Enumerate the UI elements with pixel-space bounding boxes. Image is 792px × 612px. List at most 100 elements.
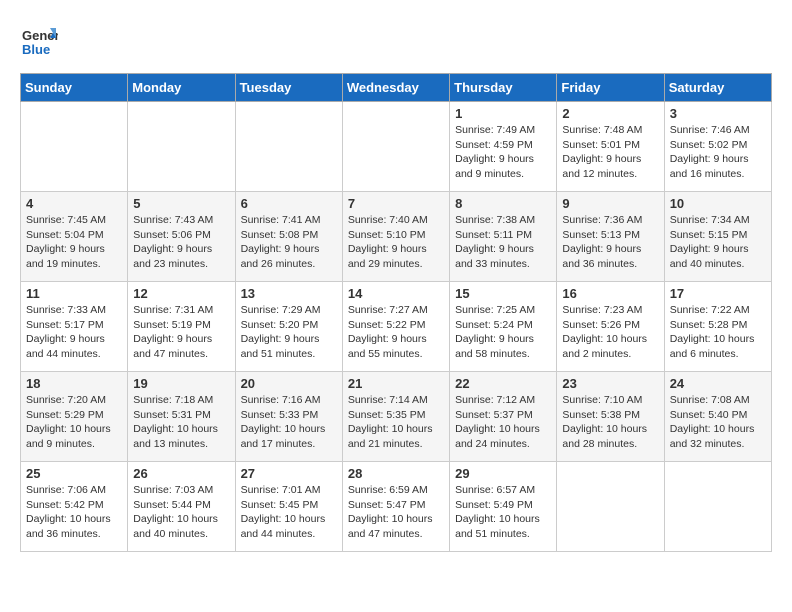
day-number: 10 xyxy=(670,196,766,211)
day-info: Sunrise: 7:16 AM Sunset: 5:33 PM Dayligh… xyxy=(241,393,337,452)
day-cell: 8 Sunrise: 7:38 AM Sunset: 5:11 PM Daylig… xyxy=(450,192,557,282)
calendar-table: SundayMondayTuesdayWednesdayThursdayFrid… xyxy=(20,73,772,552)
day-number: 3 xyxy=(670,106,766,121)
day-cell: 14 Sunrise: 7:27 AM Sunset: 5:22 PM Dayli… xyxy=(342,282,449,372)
day-cell: 22 Sunrise: 7:12 AM Sunset: 5:37 PM Dayli… xyxy=(450,372,557,462)
week-row-5: 25 Sunrise: 7:06 AM Sunset: 5:42 PM Dayli… xyxy=(21,462,772,552)
day-number: 7 xyxy=(348,196,444,211)
day-cell: 25 Sunrise: 7:06 AM Sunset: 5:42 PM Dayli… xyxy=(21,462,128,552)
day-info: Sunrise: 7:14 AM Sunset: 5:35 PM Dayligh… xyxy=(348,393,444,452)
day-number: 14 xyxy=(348,286,444,301)
day-cell: 5 Sunrise: 7:43 AM Sunset: 5:06 PM Daylig… xyxy=(128,192,235,282)
day-cell xyxy=(557,462,664,552)
day-cell xyxy=(664,462,771,552)
day-cell: 6 Sunrise: 7:41 AM Sunset: 5:08 PM Daylig… xyxy=(235,192,342,282)
day-info: Sunrise: 7:48 AM Sunset: 5:01 PM Dayligh… xyxy=(562,123,658,182)
day-number: 22 xyxy=(455,376,551,391)
day-number: 1 xyxy=(455,106,551,121)
day-number: 24 xyxy=(670,376,766,391)
day-info: Sunrise: 7:45 AM Sunset: 5:04 PM Dayligh… xyxy=(26,213,122,272)
day-cell: 17 Sunrise: 7:22 AM Sunset: 5:28 PM Dayli… xyxy=(664,282,771,372)
day-number: 6 xyxy=(241,196,337,211)
day-cell: 15 Sunrise: 7:25 AM Sunset: 5:24 PM Dayli… xyxy=(450,282,557,372)
day-cell: 4 Sunrise: 7:45 AM Sunset: 5:04 PM Daylig… xyxy=(21,192,128,282)
week-row-1: 1 Sunrise: 7:49 AM Sunset: 4:59 PM Daylig… xyxy=(21,102,772,192)
day-number: 15 xyxy=(455,286,551,301)
day-info: Sunrise: 7:34 AM Sunset: 5:15 PM Dayligh… xyxy=(670,213,766,272)
day-info: Sunrise: 7:33 AM Sunset: 5:17 PM Dayligh… xyxy=(26,303,122,362)
day-info: Sunrise: 7:38 AM Sunset: 5:11 PM Dayligh… xyxy=(455,213,551,272)
day-cell xyxy=(21,102,128,192)
day-cell: 3Sunrise: 7:46 AM Sunset: 5:02 PM Daylig… xyxy=(664,102,771,192)
day-number: 19 xyxy=(133,376,229,391)
day-cell: 10 Sunrise: 7:34 AM Sunset: 5:15 PM Dayli… xyxy=(664,192,771,282)
day-number: 29 xyxy=(455,466,551,481)
col-header-monday: Monday xyxy=(128,74,235,102)
week-row-3: 11 Sunrise: 7:33 AM Sunset: 5:17 PM Dayli… xyxy=(21,282,772,372)
day-number: 2 xyxy=(562,106,658,121)
day-cell: 27 Sunrise: 7:01 AM Sunset: 5:45 PM Dayli… xyxy=(235,462,342,552)
day-info: Sunrise: 7:20 AM Sunset: 5:29 PM Dayligh… xyxy=(26,393,122,452)
day-number: 8 xyxy=(455,196,551,211)
day-number: 25 xyxy=(26,466,122,481)
day-cell: 2 Sunrise: 7:48 AM Sunset: 5:01 PM Daylig… xyxy=(557,102,664,192)
day-info: Sunrise: 7:08 AM Sunset: 5:40 PM Dayligh… xyxy=(670,393,766,452)
day-info: Sunrise: 7:40 AM Sunset: 5:10 PM Dayligh… xyxy=(348,213,444,272)
col-header-wednesday: Wednesday xyxy=(342,74,449,102)
day-number: 5 xyxy=(133,196,229,211)
day-number: 13 xyxy=(241,286,337,301)
day-number: 20 xyxy=(241,376,337,391)
day-info: Sunrise: 7:49 AM Sunset: 4:59 PM Dayligh… xyxy=(455,123,551,182)
day-info: Sunrise: 7:18 AM Sunset: 5:31 PM Dayligh… xyxy=(133,393,229,452)
day-cell xyxy=(128,102,235,192)
day-info: Sunrise: 7:03 AM Sunset: 5:44 PM Dayligh… xyxy=(133,483,229,542)
day-info: Sunrise: 7:01 AM Sunset: 5:45 PM Dayligh… xyxy=(241,483,337,542)
day-info: Sunrise: 7:25 AM Sunset: 5:24 PM Dayligh… xyxy=(455,303,551,362)
day-number: 26 xyxy=(133,466,229,481)
day-cell: 9 Sunrise: 7:36 AM Sunset: 5:13 PM Daylig… xyxy=(557,192,664,282)
day-cell: 21 Sunrise: 7:14 AM Sunset: 5:35 PM Dayli… xyxy=(342,372,449,462)
day-info: Sunrise: 7:29 AM Sunset: 5:20 PM Dayligh… xyxy=(241,303,337,362)
day-info: Sunrise: 7:10 AM Sunset: 5:38 PM Dayligh… xyxy=(562,393,658,452)
day-cell xyxy=(235,102,342,192)
day-info: Sunrise: 7:43 AM Sunset: 5:06 PM Dayligh… xyxy=(133,213,229,272)
day-cell: 29 Sunrise: 6:57 AM Sunset: 5:49 PM Dayli… xyxy=(450,462,557,552)
week-row-2: 4 Sunrise: 7:45 AM Sunset: 5:04 PM Daylig… xyxy=(21,192,772,282)
day-number: 27 xyxy=(241,466,337,481)
col-header-thursday: Thursday xyxy=(450,74,557,102)
day-number: 12 xyxy=(133,286,229,301)
logo: General Blue xyxy=(20,20,58,63)
week-row-4: 18 Sunrise: 7:20 AM Sunset: 5:29 PM Dayli… xyxy=(21,372,772,462)
day-number: 21 xyxy=(348,376,444,391)
day-info: Sunrise: 7:41 AM Sunset: 5:08 PM Dayligh… xyxy=(241,213,337,272)
col-header-friday: Friday xyxy=(557,74,664,102)
day-info: Sunrise: 7:31 AM Sunset: 5:19 PM Dayligh… xyxy=(133,303,229,362)
day-cell: 18 Sunrise: 7:20 AM Sunset: 5:29 PM Dayli… xyxy=(21,372,128,462)
day-info: Sunrise: 7:23 AM Sunset: 5:26 PM Dayligh… xyxy=(562,303,658,362)
day-cell: 28Sunrise: 6:59 AM Sunset: 5:47 PM Dayli… xyxy=(342,462,449,552)
day-number: 4 xyxy=(26,196,122,211)
day-cell: 12 Sunrise: 7:31 AM Sunset: 5:19 PM Dayli… xyxy=(128,282,235,372)
day-cell: 23 Sunrise: 7:10 AM Sunset: 5:38 PM Dayli… xyxy=(557,372,664,462)
day-info: Sunrise: 7:36 AM Sunset: 5:13 PM Dayligh… xyxy=(562,213,658,272)
day-cell xyxy=(342,102,449,192)
page-header: General Blue xyxy=(20,20,772,63)
day-info: Sunrise: 7:06 AM Sunset: 5:42 PM Dayligh… xyxy=(26,483,122,542)
day-info: Sunrise: 6:59 AM Sunset: 5:47 PM Dayligh… xyxy=(348,483,444,542)
day-info: Sunrise: 7:22 AM Sunset: 5:28 PM Dayligh… xyxy=(670,303,766,362)
day-number: 11 xyxy=(26,286,122,301)
day-number: 16 xyxy=(562,286,658,301)
day-info: Sunrise: 7:12 AM Sunset: 5:37 PM Dayligh… xyxy=(455,393,551,452)
day-number: 18 xyxy=(26,376,122,391)
day-info: Sunrise: 7:27 AM Sunset: 5:22 PM Dayligh… xyxy=(348,303,444,362)
day-cell: 11 Sunrise: 7:33 AM Sunset: 5:17 PM Dayli… xyxy=(21,282,128,372)
day-number: 17 xyxy=(670,286,766,301)
col-header-tuesday: Tuesday xyxy=(235,74,342,102)
logo-icon: General Blue xyxy=(20,20,58,58)
svg-text:Blue: Blue xyxy=(22,42,50,57)
day-info: Sunrise: 6:57 AM Sunset: 5:49 PM Dayligh… xyxy=(455,483,551,542)
day-cell: 16 Sunrise: 7:23 AM Sunset: 5:26 PM Dayli… xyxy=(557,282,664,372)
day-number: 23 xyxy=(562,376,658,391)
day-number: 9 xyxy=(562,196,658,211)
col-header-sunday: Sunday xyxy=(21,74,128,102)
